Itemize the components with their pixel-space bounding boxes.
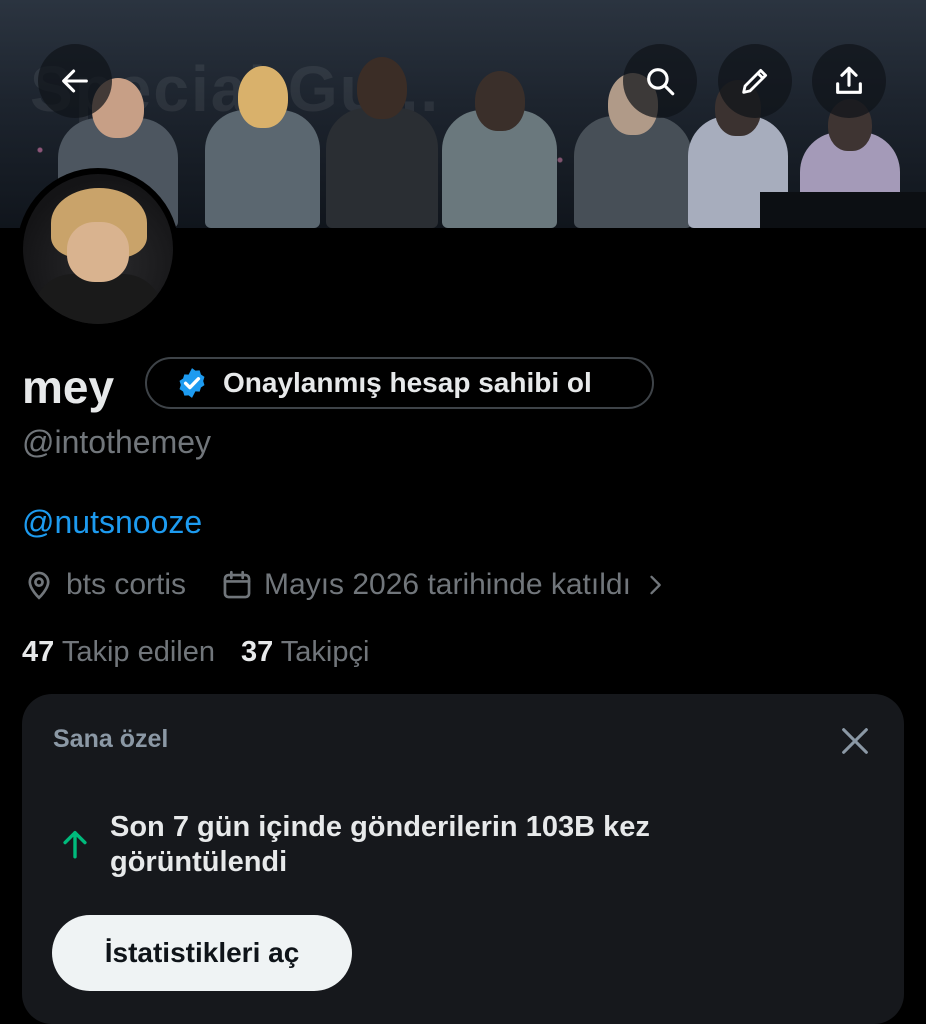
insights-card: Sana özel Son 7 gün içinde gönderilerin …: [22, 694, 904, 1024]
get-verified-button[interactable]: Onaylanmış hesap sahibi ol: [145, 357, 654, 409]
banner-figure: [326, 43, 438, 228]
banner-figure: [205, 48, 320, 228]
share-icon: [836, 66, 862, 94]
card-title: Sana özel: [53, 725, 169, 753]
verified-badge-icon: [179, 368, 205, 398]
location-text: bts cortis: [66, 568, 187, 601]
profile-name: mey: [22, 361, 115, 413]
calendar-icon: [223, 570, 251, 599]
banner-figure: [442, 53, 557, 228]
share-button[interactable]: [812, 44, 886, 118]
followers-count: 37: [240, 636, 274, 668]
profile-handle: @intothemey: [22, 424, 212, 460]
following-link[interactable]: 47 Takip edilen: [22, 636, 215, 669]
open-analytics-button[interactable]: İstatistikleri aç: [52, 915, 352, 991]
close-icon[interactable]: [838, 724, 872, 758]
followers-label: Takipçi: [280, 636, 370, 668]
avatar[interactable]: [17, 168, 179, 330]
location-pin-icon: [28, 571, 50, 600]
joined-date-link[interactable]: Mayıs 2026 tarihinde katıldı: [264, 568, 631, 602]
get-verified-label: Onaylanmış hesap sahibi ol: [223, 367, 592, 398]
following-label: Takip edilen: [61, 636, 215, 668]
banner-stage-edge: [760, 192, 926, 228]
edit-profile-button[interactable]: [718, 44, 792, 118]
chevron-right-icon[interactable]: [641, 571, 669, 599]
card-message: Son 7 gün içinde gönderilerin 103B kez g…: [110, 811, 650, 878]
back-button[interactable]: [38, 44, 112, 118]
avatar-image: [23, 174, 173, 324]
following-count: 47: [22, 636, 55, 668]
pencil-icon: [742, 68, 768, 94]
bio-mention-link[interactable]: @nutsnooze: [22, 504, 202, 541]
back-arrow-icon: [62, 69, 88, 93]
search-icon: [647, 68, 675, 96]
profile-meta: bts cortis Mayıs 2026 tarihinde katıldı: [22, 568, 669, 602]
followers-link[interactable]: 37 Takipçi: [241, 636, 369, 669]
arrow-up-icon: [63, 830, 87, 859]
search-button[interactable]: [623, 44, 697, 118]
follow-stats: 47 Takip edilen 37 Takipçi: [22, 636, 369, 669]
